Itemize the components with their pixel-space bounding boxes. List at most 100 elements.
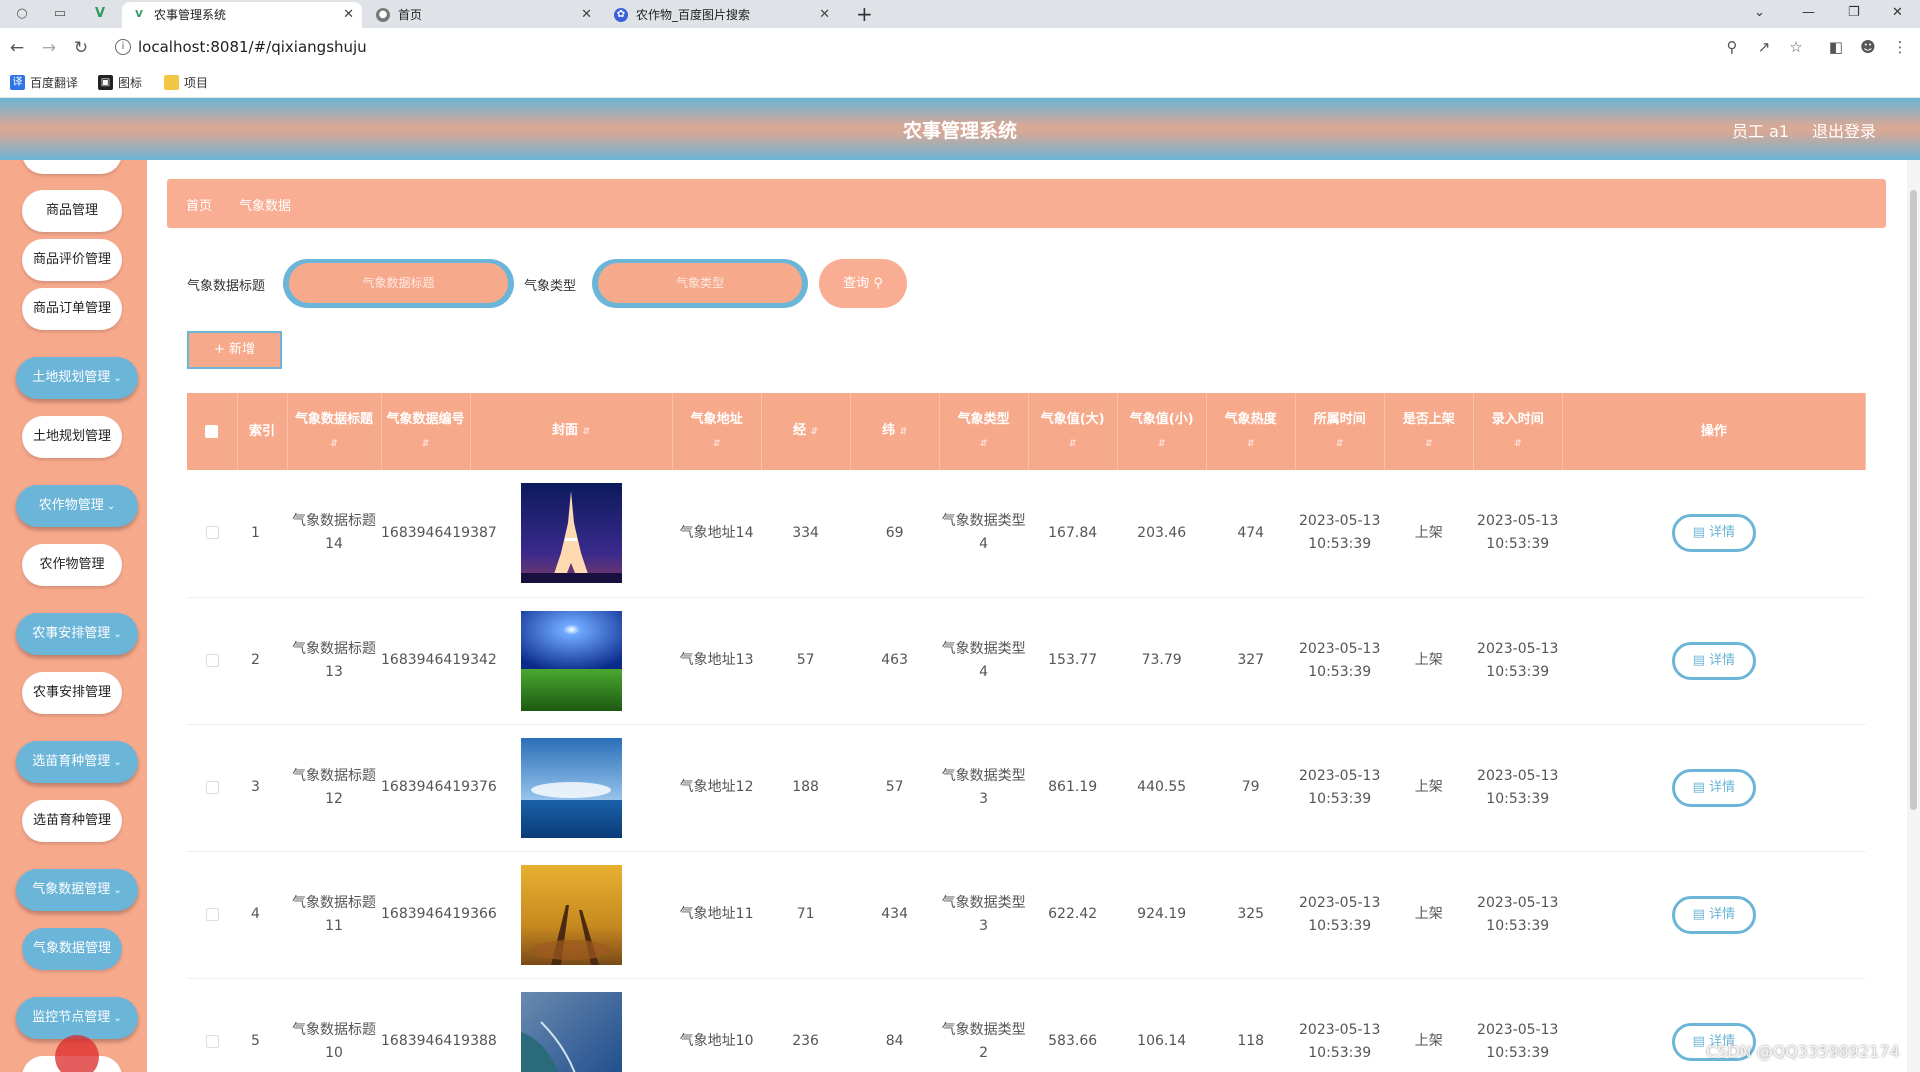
- search-title-input[interactable]: [289, 263, 508, 303]
- sidebar-group-land[interactable]: 土地规划管理 ⌄: [16, 357, 138, 399]
- tab-baidu-images[interactable]: ✿ 农作物_百度图片搜索 ✕: [604, 2, 838, 28]
- tab-app[interactable]: V 农事管理系统 ✕: [122, 2, 362, 28]
- new-tab-icon[interactable]: +: [856, 2, 873, 26]
- detail-button[interactable]: ▤ 详情: [1671, 514, 1756, 553]
- col-lng[interactable]: 经 ⇵: [761, 393, 851, 470]
- col-created[interactable]: 录入时间 ⇵: [1473, 393, 1563, 470]
- row-checkbox[interactable]: [205, 1034, 219, 1048]
- col-lat[interactable]: 纬 ⇵: [850, 393, 940, 470]
- sort-icon[interactable]: ⇵: [1425, 439, 1433, 449]
- col-code[interactable]: 气象数据编号 ⇵: [381, 393, 471, 470]
- logout-link[interactable]: 退出登录: [1812, 118, 1876, 142]
- more-menu-icon[interactable]: ⋮: [1890, 37, 1910, 57]
- select-all-checkbox[interactable]: [205, 425, 219, 438]
- row-checkbox[interactable]: [205, 526, 219, 540]
- vue-tab-icon[interactable]: V: [90, 4, 110, 24]
- sort-icon[interactable]: ⇵: [1069, 439, 1077, 449]
- sort-icon[interactable]: ⇵: [1158, 439, 1166, 449]
- col-min[interactable]: 气象值(小) ⇵: [1117, 393, 1207, 470]
- col-heat[interactable]: 气象热度 ⇵: [1206, 393, 1296, 470]
- tab-home[interactable]: ● 首页 ✕: [366, 2, 600, 28]
- row-checkbox[interactable]: [205, 780, 219, 794]
- close-window-icon[interactable]: ✕: [1892, 2, 1903, 24]
- sort-icon[interactable]: ⇵: [811, 427, 819, 437]
- cover-image-green-field[interactable]: [520, 610, 622, 711]
- col-status[interactable]: 是否上架 ⇵: [1384, 393, 1474, 470]
- detail-button[interactable]: ▤ 详情: [1671, 641, 1756, 680]
- scrollbar-thumb[interactable]: [1910, 190, 1917, 810]
- bookmark-icons[interactable]: ▣ 图标: [98, 75, 142, 91]
- col-title[interactable]: 气象数据标题 ⇵: [287, 393, 382, 470]
- sidebar-item-land[interactable]: 土地规划管理: [22, 416, 122, 458]
- sidebar-item-seed[interactable]: 选苗育种管理: [22, 800, 122, 842]
- breadcrumb-home[interactable]: 首页: [186, 195, 212, 214]
- pinned-tab-icon[interactable]: ▭: [50, 4, 70, 24]
- sort-icon[interactable]: ⇵: [980, 439, 988, 449]
- col-type[interactable]: 气象类型 ⇵: [939, 393, 1029, 470]
- bookmark-baidu-translate[interactable]: 译 百度翻译: [10, 75, 78, 91]
- sidebar-item-weather[interactable]: 气象数据管理: [22, 928, 122, 970]
- cover-image-coastline[interactable]: [520, 991, 622, 1072]
- row-select-cell[interactable]: [187, 978, 237, 1072]
- restore-icon[interactable]: ❐: [1848, 2, 1860, 24]
- query-button[interactable]: 查询 ⚲: [819, 259, 907, 308]
- sidebar-group-crop[interactable]: 农作物管理 ⌄: [16, 485, 138, 527]
- browser-menu-icon[interactable]: ○: [12, 4, 32, 24]
- select-all-cell[interactable]: [187, 393, 238, 470]
- row-select-cell[interactable]: [187, 597, 237, 725]
- site-info-icon[interactable]: i: [115, 39, 131, 55]
- sort-icon[interactable]: ⇵: [583, 427, 591, 437]
- col-time[interactable]: 所属时间 ⇵: [1295, 393, 1385, 470]
- row-checkbox[interactable]: [205, 907, 219, 921]
- sidebar-item-goods-order[interactable]: 商品订单管理: [22, 288, 122, 330]
- share-icon[interactable]: ↗: [1754, 37, 1774, 57]
- sidebar-group-monitor[interactable]: 监控节点管理 ⌄: [16, 997, 138, 1039]
- sidebar-group-seed[interactable]: 选苗育种管理 ⌄: [16, 741, 138, 783]
- search-type-input[interactable]: [598, 263, 802, 303]
- close-tab-icon[interactable]: ✕: [343, 2, 354, 28]
- row-checkbox[interactable]: [205, 653, 219, 667]
- sidebar-item-hidden[interactable]: [22, 160, 122, 174]
- profile-icon[interactable]: ☻: [1858, 37, 1878, 57]
- key-icon[interactable]: ⚲: [1722, 37, 1742, 57]
- minimize-icon[interactable]: —: [1802, 2, 1815, 24]
- sort-icon[interactable]: ⇵: [1247, 439, 1255, 449]
- detail-button[interactable]: ▤ 详情: [1671, 768, 1756, 807]
- sort-icon[interactable]: ⇵: [330, 439, 338, 449]
- sidebar-group-weather[interactable]: 气象数据管理 ⌄: [16, 869, 138, 911]
- sidebar-item-farm-plan[interactable]: 农事安排管理: [22, 672, 122, 714]
- col-max[interactable]: 气象值(大) ⇵: [1028, 393, 1118, 470]
- sidebar-item-crop[interactable]: 农作物管理: [22, 544, 122, 586]
- search-icon: ⚲: [873, 276, 883, 291]
- tab-list-icon[interactable]: ⌄: [1754, 2, 1765, 24]
- sort-icon[interactable]: ⇵: [1336, 439, 1344, 449]
- add-button[interactable]: + 新增: [187, 331, 282, 369]
- sort-icon[interactable]: ⇵: [422, 439, 430, 449]
- forward-icon[interactable]: →: [38, 37, 60, 59]
- row-select-cell[interactable]: [187, 724, 237, 852]
- close-tab-icon[interactable]: ✕: [581, 2, 592, 28]
- close-tab-icon[interactable]: ✕: [819, 2, 830, 28]
- cover-image-autumn-trees[interactable]: [520, 864, 622, 965]
- cover-image-eiffel-tower[interactable]: [520, 483, 622, 584]
- star-icon[interactable]: ☆: [1786, 37, 1806, 57]
- reload-icon[interactable]: ↻: [70, 37, 92, 59]
- sort-icon[interactable]: ⇵: [900, 427, 908, 437]
- back-icon[interactable]: ←: [6, 37, 28, 59]
- row-select-cell[interactable]: [187, 851, 237, 979]
- detail-button[interactable]: ▤ 详情: [1671, 895, 1756, 934]
- sidebar-group-farm-plan[interactable]: 农事安排管理 ⌄: [16, 613, 138, 655]
- cell-index: 1: [237, 470, 287, 598]
- bookmark-project[interactable]: 项目: [164, 75, 208, 91]
- sidebar-item-goods[interactable]: 商品管理: [22, 190, 122, 232]
- sort-icon[interactable]: ⇵: [713, 439, 721, 449]
- page-scrollbar[interactable]: [1907, 160, 1920, 1072]
- col-cover[interactable]: 封面 ⇵: [470, 393, 673, 470]
- row-select-cell[interactable]: [187, 470, 237, 598]
- sidebar-item-goods-review[interactable]: 商品评价管理: [22, 239, 122, 281]
- col-address[interactable]: 气象地址 ⇵: [672, 393, 762, 470]
- sort-icon[interactable]: ⇵: [1514, 439, 1522, 449]
- cover-image-sea-sky[interactable]: [520, 737, 622, 838]
- url-text[interactable]: localhost:8081/#/qixiangshuju: [138, 38, 367, 56]
- sidepanel-icon[interactable]: ◧: [1826, 37, 1846, 57]
